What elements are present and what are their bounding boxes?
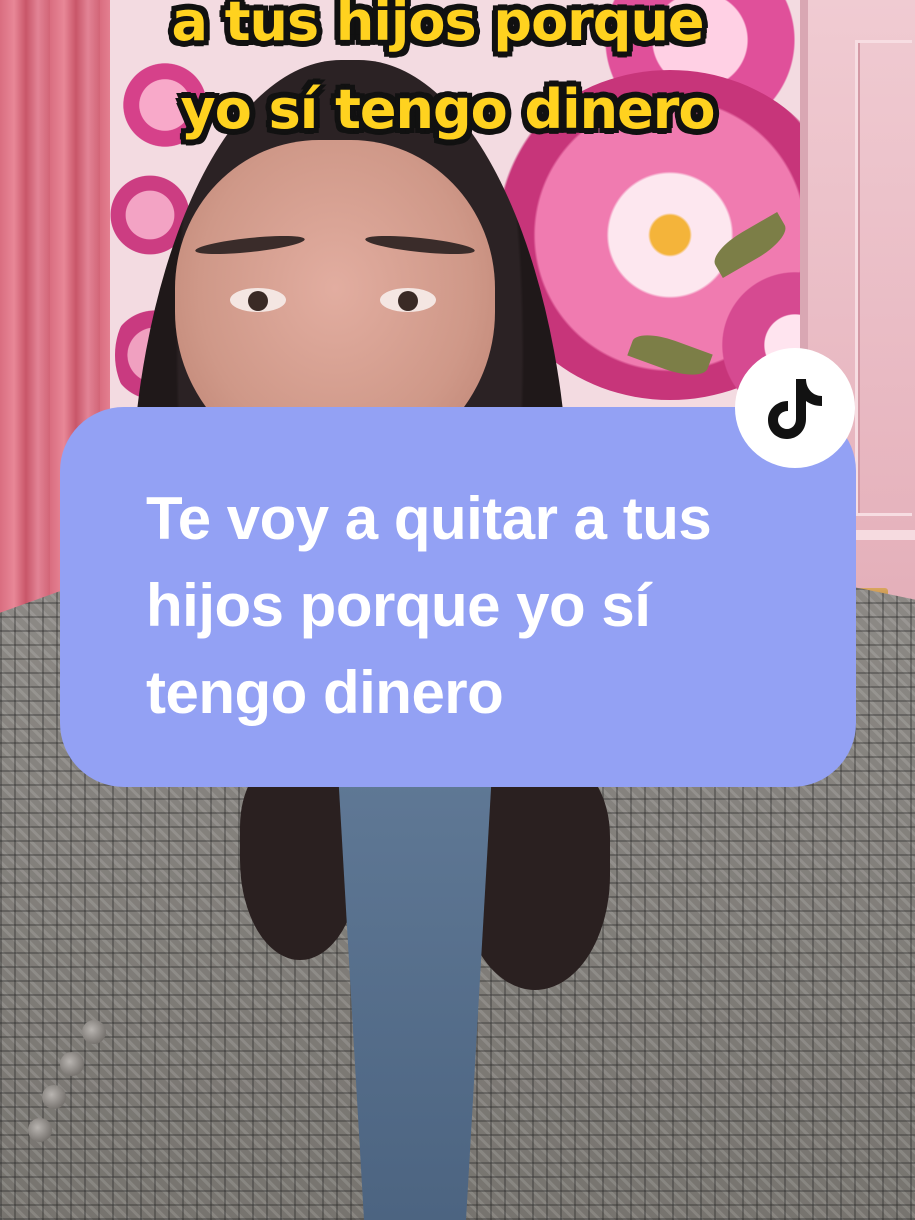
video-caption: a tus hijos porque yo sí tengo dinero [0,0,915,154]
right-eye [380,288,436,312]
video-frame[interactable]: a tus hijos porque yo sí tengo dinero Te… [0,0,915,1220]
quote-text: Te voy a quitar a tus hijos porque yo sí… [146,485,712,726]
tiktok-logo-icon [768,379,822,439]
left-eye [230,288,286,312]
caption-line: yo sí tengo dinero [180,78,716,141]
quote-card: Te voy a quitar a tus hijos porque yo sí… [60,407,856,787]
caption-line: a tus hijos porque [171,0,704,53]
tiktok-badge[interactable] [735,348,855,468]
